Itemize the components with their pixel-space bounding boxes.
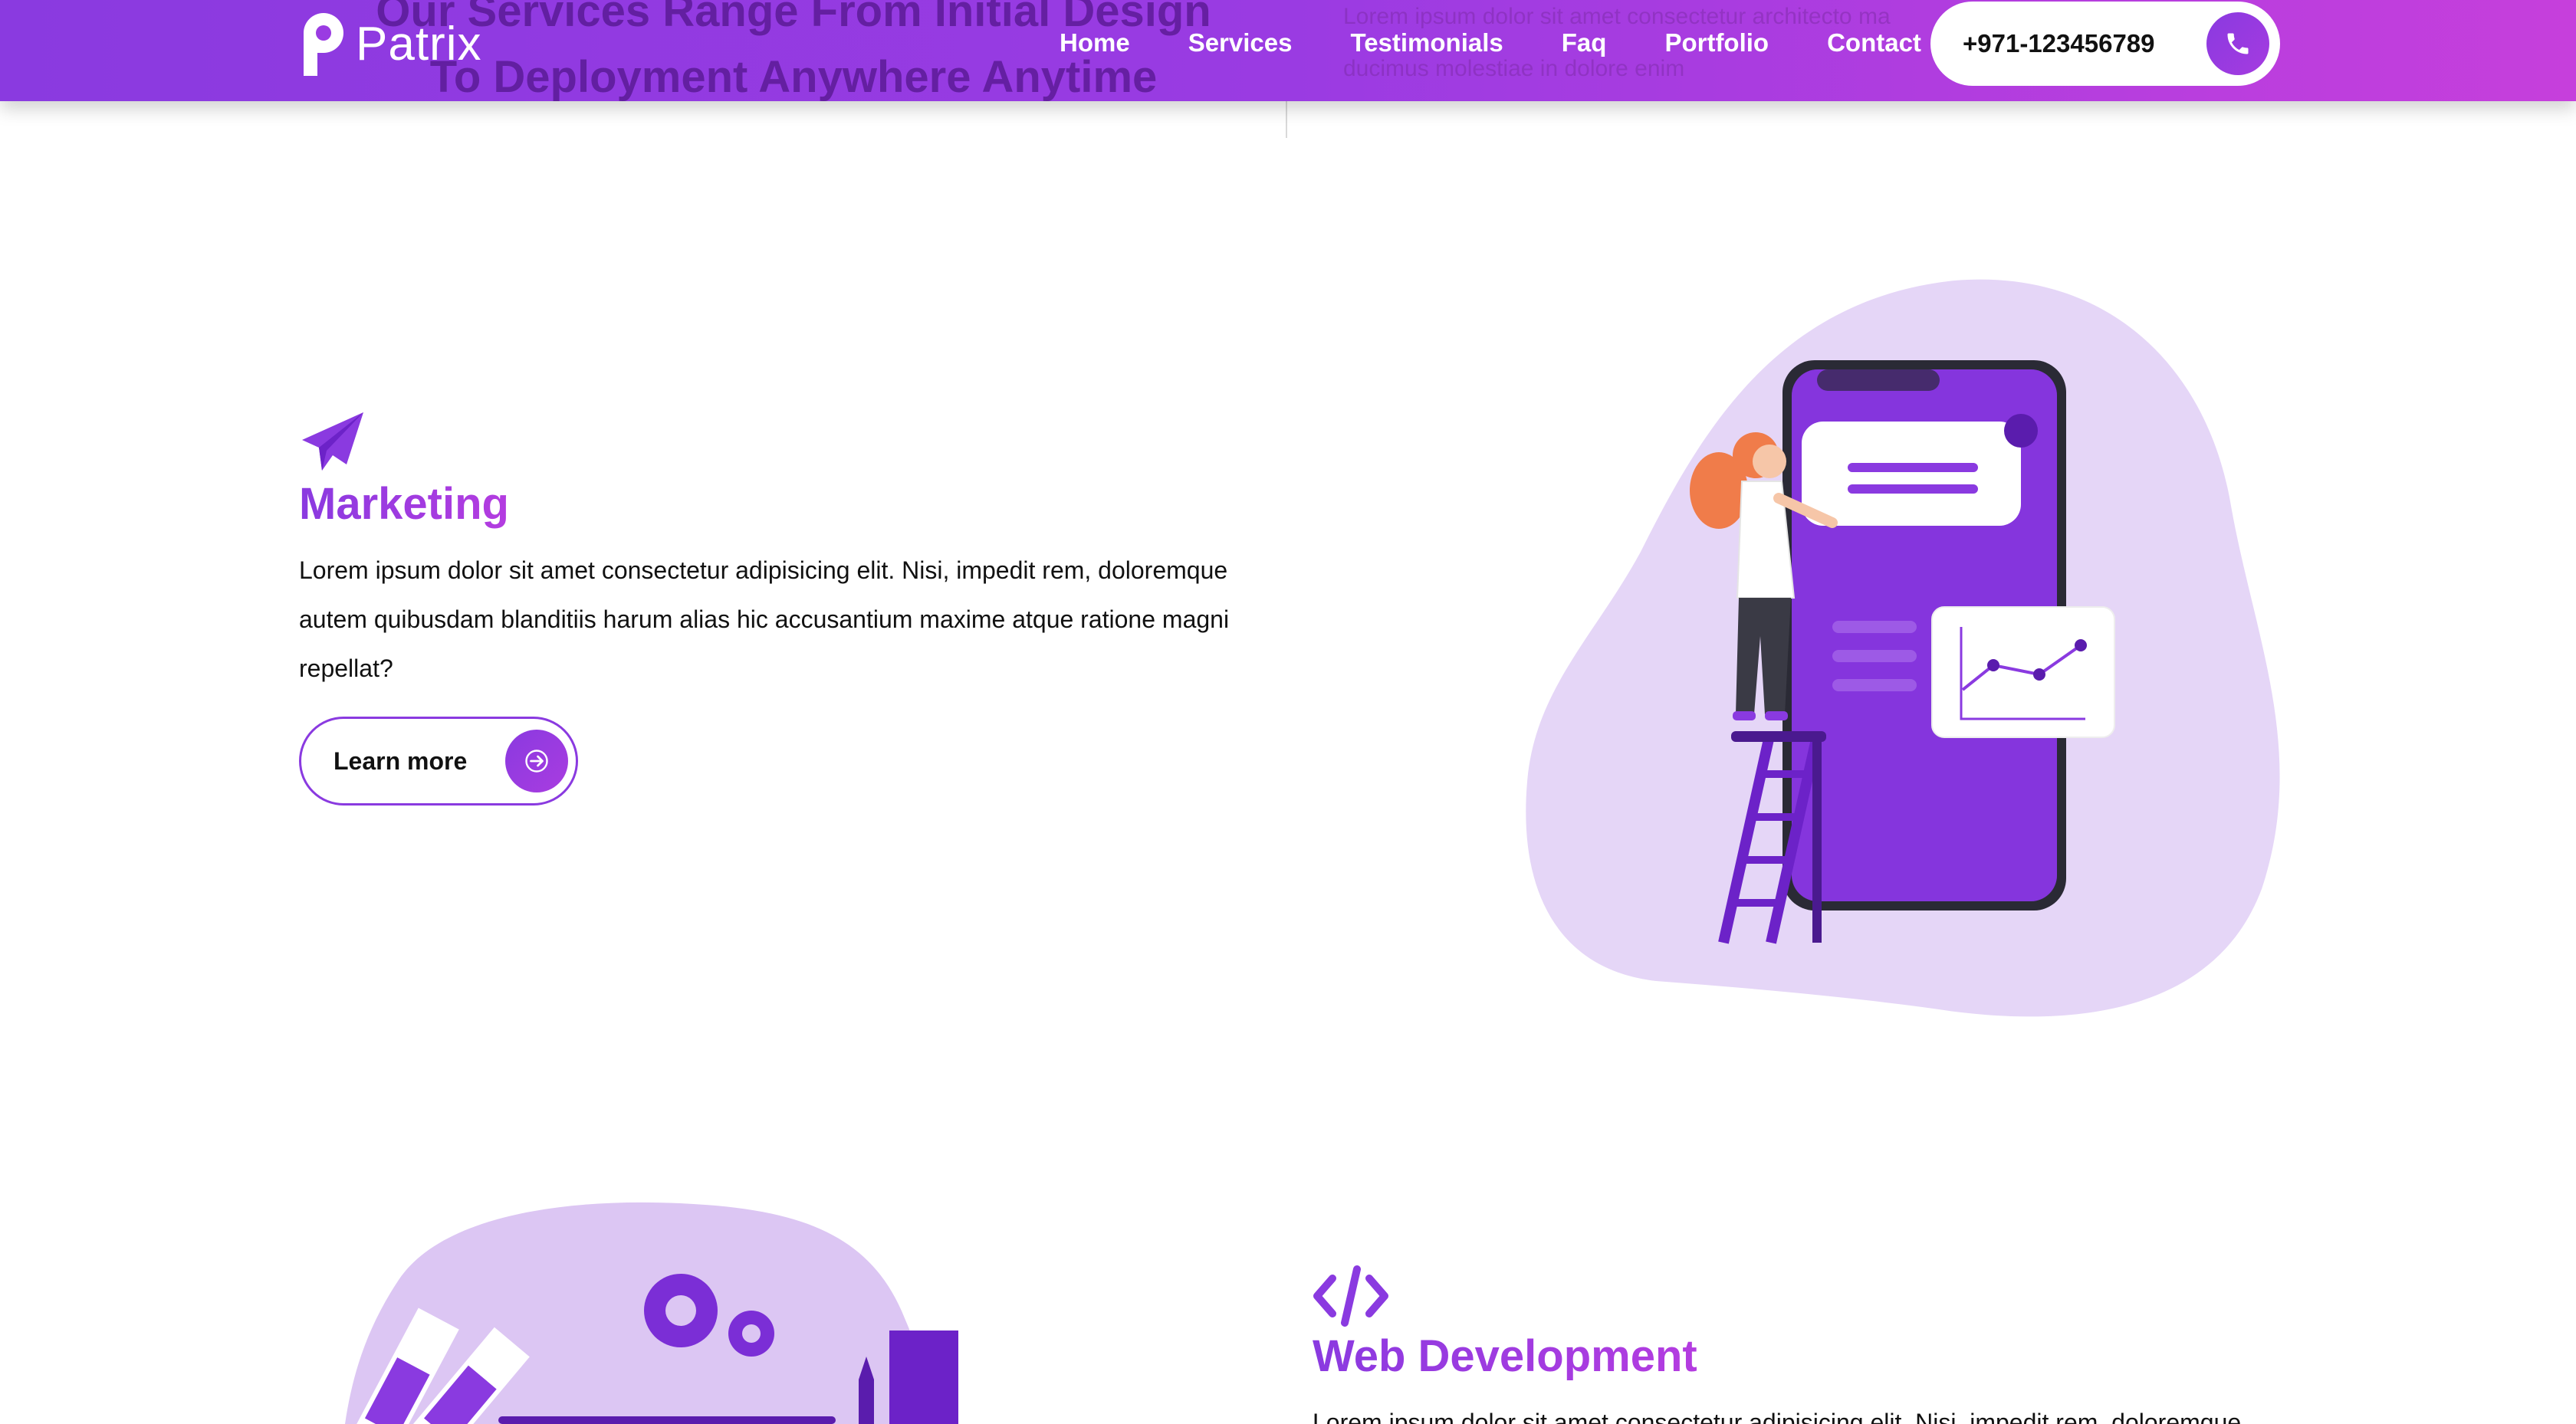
nav-home[interactable]: Home: [1060, 28, 1130, 58]
paper-plane-icon: [299, 411, 365, 477]
nav-testimonials[interactable]: Testimonials: [1350, 28, 1503, 58]
phone-icon[interactable]: [2206, 12, 2269, 75]
phone-call-button[interactable]: +971-123456789: [1930, 2, 2280, 86]
arrow-right-icon: [505, 730, 568, 792]
logo-p-icon: [304, 13, 343, 76]
logo-text: Patrix: [356, 17, 482, 71]
learn-more-button[interactable]: Learn more: [299, 717, 578, 806]
nav-services[interactable]: Services: [1188, 28, 1293, 58]
nav-faq[interactable]: Faq: [1562, 28, 1607, 58]
nav-contact[interactable]: Contact: [1827, 28, 1921, 58]
nav-portfolio[interactable]: Portfolio: [1664, 28, 1769, 58]
service-description-marketing: Lorem ipsum dolor sit amet consectetur a…: [299, 556, 1230, 682]
service-description-web-development: Lorem ipsum dolor sit amet consectetur a…: [1313, 1409, 2242, 1424]
service-title-web-development: Web Development: [1313, 1331, 1697, 1381]
phone-number: +971-123456789: [1963, 29, 2155, 57]
main-nav: Home Services Testimonials Faq Portfolio…: [1060, 28, 1921, 58]
marketing-illustration: [1526, 276, 2308, 1019]
learn-more-label: Learn more: [334, 746, 468, 775]
code-icon: [1313, 1265, 1389, 1327]
site-logo[interactable]: Patrix: [299, 11, 481, 77]
web-development-illustration: [337, 1196, 966, 1424]
service-title-marketing: Marketing: [299, 479, 509, 529]
